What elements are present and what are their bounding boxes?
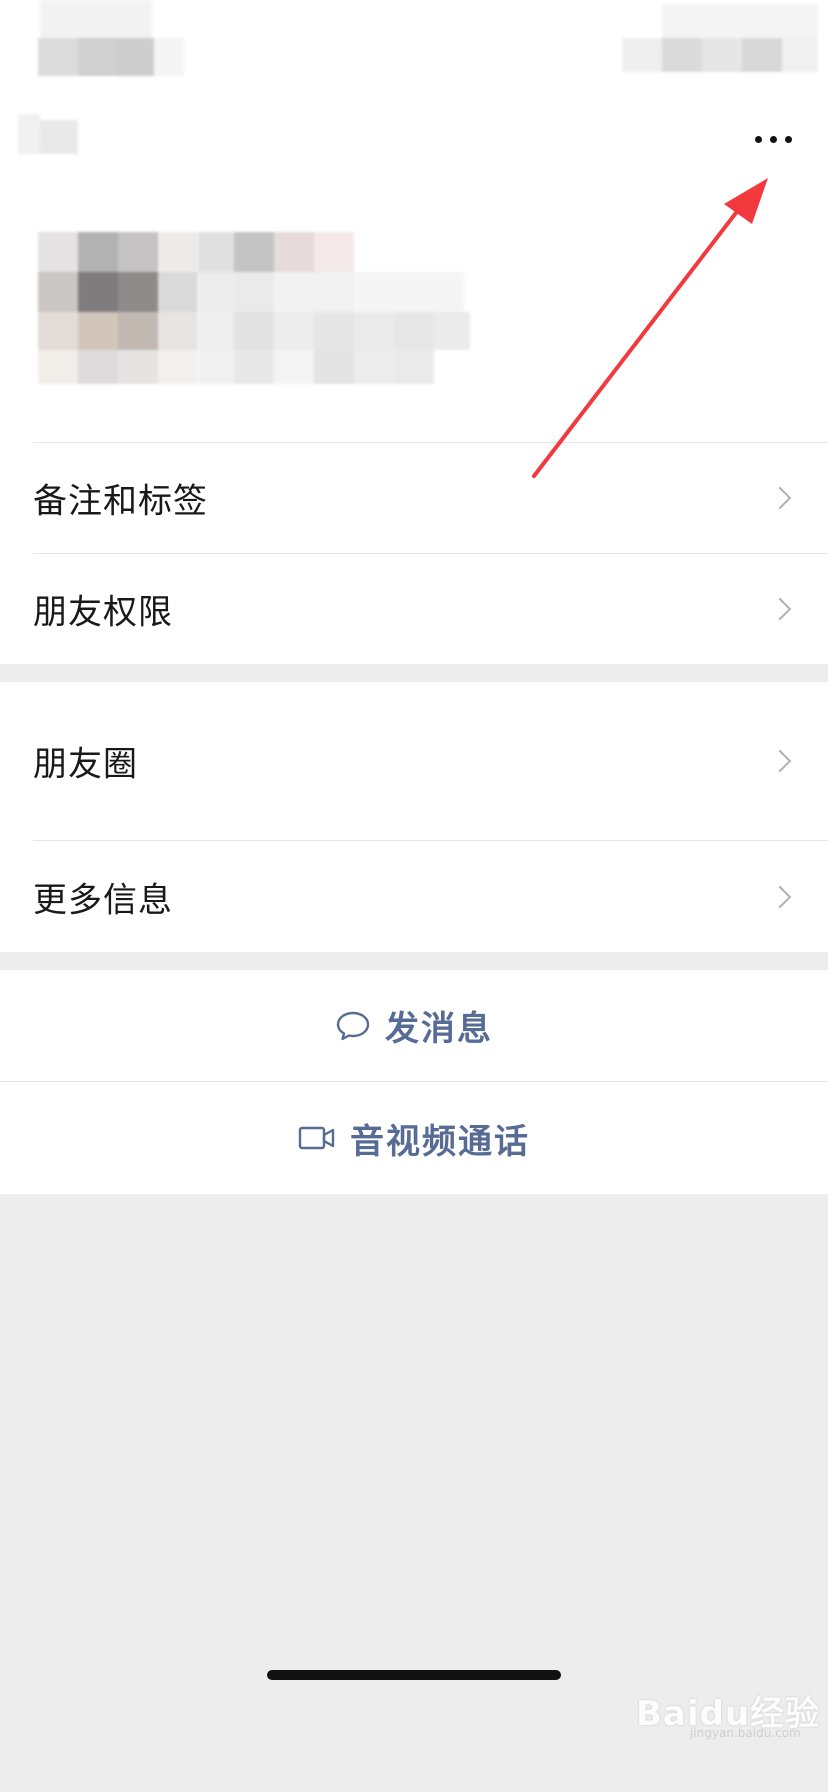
more-options-button[interactable] bbox=[738, 124, 808, 154]
remarks-and-tags-label: 备注和标签 bbox=[33, 481, 208, 522]
contact-name-censored bbox=[198, 232, 508, 384]
moments-group: 朋友圈 更多信息 bbox=[0, 682, 828, 952]
send-message-label: 发消息 bbox=[385, 1009, 493, 1049]
home-indicator[interactable] bbox=[267, 1670, 561, 1680]
actions-group: 发消息 音视频通话 bbox=[0, 970, 828, 1194]
chevron-right-icon bbox=[768, 885, 792, 908]
friend-permissions-label: 朋友权限 bbox=[33, 592, 173, 633]
contact-settings-group: 备注和标签 朋友权限 bbox=[0, 442, 828, 664]
send-message-button[interactable]: 发消息 bbox=[0, 970, 828, 1081]
chevron-right-icon bbox=[768, 597, 792, 621]
video-camera-icon bbox=[298, 1126, 335, 1150]
av-call-label: 音视频通话 bbox=[350, 1121, 530, 1162]
remarks-and-tags-row[interactable]: 备注和标签 bbox=[0, 443, 828, 553]
moments-label: 朋友圈 bbox=[33, 744, 138, 785]
friend-permissions-row[interactable]: 朋友权限 bbox=[0, 554, 828, 664]
baidu-watermark-url: jingyan.baidu.com bbox=[690, 1726, 801, 1740]
contact-profile-page: 备注和标签 朋友权限 朋友圈 更多信息 发消息 音视频通话 Baidu经验 ji… bbox=[0, 0, 828, 1792]
avatar-censored bbox=[38, 232, 198, 384]
more-horizontal-icon bbox=[754, 135, 792, 143]
status-bar-icons-censored bbox=[622, 4, 818, 74]
status-bar-time-censored bbox=[38, 0, 188, 78]
chevron-right-icon bbox=[768, 749, 792, 773]
more-info-row[interactable]: 更多信息 bbox=[0, 841, 828, 952]
av-call-button[interactable]: 音视频通话 bbox=[0, 1082, 828, 1194]
more-info-label: 更多信息 bbox=[33, 880, 173, 920]
profile-header bbox=[0, 0, 828, 442]
chat-bubble-icon bbox=[336, 1011, 370, 1040]
moments-row[interactable]: 朋友圈 bbox=[0, 682, 828, 840]
back-button-censored[interactable] bbox=[18, 114, 80, 158]
chevron-right-icon bbox=[768, 486, 792, 510]
